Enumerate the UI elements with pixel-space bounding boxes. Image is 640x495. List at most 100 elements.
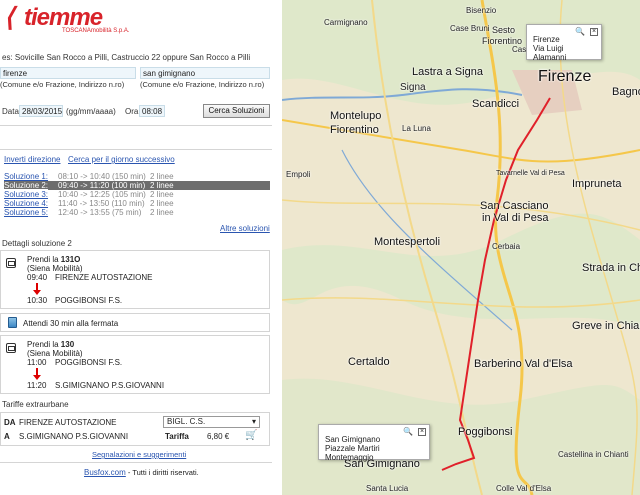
to-stop: S.GIMIGNANO P.S.GIOVANNI <box>19 432 129 441</box>
solution-time: 11:40 -> 13:50 (110 min) <box>58 199 145 208</box>
close-icon[interactable]: × <box>418 428 426 436</box>
logo-swoosh-icon: ⟨ <box>4 2 15 32</box>
tariff-value: 6,80 € <box>207 432 230 441</box>
map-city-firenze: Firenze <box>538 68 592 85</box>
date-label: Data <box>2 107 19 116</box>
popup-line1: San Gimignano <box>325 435 381 444</box>
map-town: Greve in Chianti <box>572 320 640 332</box>
solution-lines: 2 linee <box>150 172 174 181</box>
origin-hint: (Comune e/o Frazione, Indirizzo n.ro) <box>0 80 125 89</box>
solution-time: 09:40 -> 11:20 (100 min) <box>58 181 146 190</box>
leg-operator: (Siena Mobilità) <box>27 349 83 358</box>
map-town: Bisenzio <box>466 6 497 15</box>
logo-subtitle: TOSCANAmobilità S.p.A. <box>62 28 130 34</box>
map-town: Case Bruni <box>450 24 490 33</box>
leg-arr-time: 10:30 <box>27 296 48 305</box>
map-town: Montelupo <box>330 110 382 122</box>
map-town: Tavarnelle Val di Pesa <box>496 170 565 177</box>
origin-input[interactable]: firenze <box>0 67 136 79</box>
map-town: Sesto <box>492 25 516 35</box>
solution-lines: 2 linee <box>150 199 174 208</box>
solution-label: Soluzione 1: <box>4 172 49 181</box>
solution-label: Soluzione 4: <box>4 199 49 208</box>
map-town: Empoli <box>286 170 311 179</box>
leg-arr-stop: POGGIBONSI F.S. <box>55 296 123 305</box>
solution-lines: 2 linee <box>150 190 174 199</box>
map-town: Scandicci <box>472 98 520 110</box>
leg-arr-time: 11:20 <box>27 381 47 390</box>
solution-time: 08:10 -> 10:40 (150 min) <box>58 172 146 181</box>
popup-firenze[interactable]: 🔍 × Firenze Via Luigi Alamanni <box>526 24 602 62</box>
divider <box>0 462 272 463</box>
details-title: Dettagli soluzione 2 <box>2 239 72 248</box>
map-town: Lastra a Signa <box>412 66 483 78</box>
down-arrow-icon <box>33 368 41 380</box>
leg-1-card: Prendi la 131O (Siena Mobilità) 09:40 FI… <box>0 250 270 309</box>
time-label: Ora <box>125 107 139 116</box>
solution-lines: 2 linee <box>150 208 174 217</box>
map-town: Bagno a Ripoli <box>612 86 640 98</box>
tiemme-logo[interactable]: ⟨ tiemme TOSCANAmobilità S.p.A. <box>4 2 144 36</box>
invert-direction-link[interactable]: Inverti direzione <box>4 155 60 164</box>
hourglass-icon <box>8 317 17 328</box>
zoom-icon[interactable]: 🔍 <box>403 427 413 436</box>
map-town: Carmignano <box>324 18 368 27</box>
from-stop: FIRENZE AUTOSTAZIONE <box>19 418 117 427</box>
map-town: Barberino Val d'Elsa <box>474 358 573 370</box>
map-town: San Casciano <box>480 200 549 212</box>
close-icon[interactable]: × <box>590 28 598 36</box>
map-town: in Val di Pesa <box>482 212 549 224</box>
popup-san-gimignano[interactable]: 🔍 × San Gimignano Piazzale Martiri Monte… <box>318 424 430 462</box>
popup-line1: Firenze <box>533 35 560 44</box>
cart-icon[interactable]: 🛒 <box>245 430 257 441</box>
leg-take: Prendi la 131O <box>27 255 81 264</box>
busfox-link[interactable]: Busfox.com <box>84 468 126 477</box>
tariffs-title: Tariffe extraurbane <box>2 400 69 409</box>
leg-2-card: Prendi la 130 (Siena Mobilità) 11:00 POG… <box>0 335 270 394</box>
map-town: Certaldo <box>348 356 390 368</box>
leg-take: Prendi la 130 <box>27 340 75 349</box>
map-town: La Luna <box>402 124 431 133</box>
solution-label: Soluzione 3: <box>4 190 49 199</box>
wait-text: Attendi 30 min alla fermata <box>23 319 119 328</box>
date-format: (gg/mm/aaaa) <box>66 107 116 116</box>
leg-dep-time: 11:00 <box>27 358 47 367</box>
solution-row-1[interactable]: Soluzione 1: 08:10 -> 10:40 (150 min) 2 … <box>4 172 270 181</box>
ticket-type-select[interactable]: BIGL. C.S. <box>163 416 260 428</box>
map-town: Signa <box>400 82 426 93</box>
leg-dep-stop: POGGIBONSI F.S. <box>55 358 123 367</box>
wait-card: Attendi 30 min alla fermata <box>0 313 270 332</box>
more-solutions-link[interactable]: Altre soluzioni <box>220 224 270 233</box>
from-label: DA <box>4 418 16 427</box>
map-town: Castellina in Chianti <box>558 450 629 459</box>
map-town: Colle Val d'Elsa <box>496 484 552 493</box>
map-town: Montespertoli <box>374 236 441 248</box>
solution-row-2[interactable]: Soluzione 2: 09:40 -> 11:20 (100 min) 2 … <box>4 181 270 190</box>
leg-operator: (Siena Mobilità) <box>27 264 83 273</box>
destination-hint: (Comune e/o Frazione, Indirizzo n.ro) <box>140 80 265 89</box>
map-town: Strada in Chianti <box>582 262 640 274</box>
report-link[interactable]: Segnalazioni e suggerimenti <box>92 450 186 459</box>
solution-row-4[interactable]: Soluzione 4: 11:40 -> 13:50 (110 min) 2 … <box>4 199 270 208</box>
popup-line2: Via Luigi Alamanni <box>533 44 567 62</box>
next-day-link[interactable]: Cerca per il giorno successivo <box>68 155 175 164</box>
time-input[interactable]: 08:08 <box>139 105 165 117</box>
tariff-label: Tariffa <box>165 432 189 441</box>
map-town: Fiorentino <box>330 124 379 136</box>
trip-planner-panel: ⟨ tiemme TOSCANAmobilità S.p.A. es: Sovi… <box>0 0 282 495</box>
destination-input[interactable]: san gimignano <box>140 67 270 79</box>
solution-lines: 2 linee <box>150 181 174 190</box>
map-town: Impruneta <box>572 178 622 190</box>
zoom-icon[interactable]: 🔍 <box>575 27 585 36</box>
solution-row-5[interactable]: Soluzione 5: 12:40 -> 13:55 (75 min) 2 l… <box>4 208 270 217</box>
to-label: A <box>4 432 10 441</box>
footer-text: Busfox.com - Tutti i diritti riservati. <box>84 468 199 477</box>
route-map[interactable]: Carmignano Bisenzio Sesto Fiorentino Cas… <box>282 0 640 495</box>
popup-line2: Piazzale Martiri Montemaggio <box>325 444 380 462</box>
solution-label: Soluzione 5: <box>4 208 49 217</box>
leg-dep-stop: FIRENZE AUTOSTAZIONE <box>55 273 153 282</box>
search-solutions-button[interactable]: Cerca Soluzioni <box>203 104 270 118</box>
solution-row-3[interactable]: Soluzione 3: 10:40 -> 12:25 (105 min) 2 … <box>4 190 270 199</box>
leg-dep-time: 09:40 <box>27 273 48 282</box>
date-input[interactable]: 28/03/2015 <box>19 105 63 117</box>
